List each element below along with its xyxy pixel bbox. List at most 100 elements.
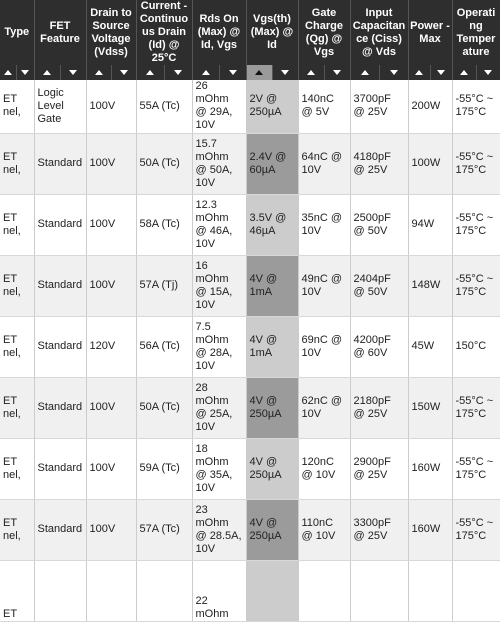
cell-feature: Standard [34,438,87,500]
sort-controls-temp [452,65,500,80]
cell-temp: 150°C [452,316,500,378]
cell-ciss [350,560,409,622]
cell-type: ET nel, [0,377,35,439]
arrow-down-icon [484,70,492,75]
cell-temp: -55°C ~ 175°C [452,438,500,500]
cell-power: 148W [408,255,453,317]
sort-controls-feature [34,65,87,80]
cell-id: 56A (Tc) [136,316,193,378]
cell-vgs: 4V @ 1mA [246,255,299,317]
table-row[interactable]: ET nel, Standard 100V 58A (Tc) 12.3 mOhm @ 4… [0,194,500,256]
cell-type: ET nel, [0,194,35,256]
sort-descending-button[interactable] [477,65,500,80]
sort-controls-vgs [246,65,299,80]
table-row[interactable]: ET 22 mOhm [0,560,500,622]
cell-vdss: 100V [86,438,137,500]
table-row[interactable]: ET nel, Standard 100V 50A (Tc) 15.7 mOhm @ 5… [0,133,500,195]
cell-id: 57A (Tc) [136,499,193,561]
cell-power: 160W [408,499,453,561]
sort-ascending-button[interactable] [35,65,61,80]
sort-descending-button[interactable] [17,65,33,80]
sort-ascending-button[interactable] [193,65,220,80]
cell-vgs: 2.4V @ 60µA [246,133,299,195]
cell-rds: 12.3 mOhm @ 46A, 10V [192,194,247,256]
sort-ascending-button[interactable] [299,65,325,80]
arrow-down-icon [437,70,445,75]
cell-feature: Standard [34,255,87,317]
parts-table-container: Type FET Feature Drain to Source Voltage (… [0,0,500,622]
sort-ascending-button[interactable] [453,65,477,80]
table-row[interactable]: ET nel, Standard 100V 57A (Tj) 16 mOhm @ 15A… [0,255,500,317]
cell-type: ET nel, [0,499,35,561]
arrow-up-icon [360,70,369,75]
cell-vdss: 100V [86,80,137,134]
cell-feature: Standard [34,377,87,439]
cell-type: ET nel, [0,133,35,195]
cell-feature: Standard [34,316,87,378]
cell-qg: 64nC @ 10V [298,133,351,195]
cell-ciss: 4180pF @ 25V [350,133,409,195]
sort-ascending-button[interactable] [246,65,273,80]
arrow-up-icon [307,70,315,75]
arrow-down-icon [333,70,341,75]
arrow-down-icon [228,70,237,75]
arrow-down-icon [119,70,128,75]
table-row[interactable]: ET nel, Standard 120V 56A (Tc) 7.5 mOhm @ 28… [0,316,500,378]
sort-ascending-button[interactable] [0,65,18,80]
cell-qg: 140nC @ 5V [298,80,351,134]
column-header-feature: FET Feature [34,0,87,65]
sort-descending-button[interactable] [165,65,192,80]
sort-descending-button[interactable] [220,65,246,80]
sort-descending-button[interactable] [61,65,86,80]
cell-temp: -55°C ~ 175°C [452,377,500,439]
sort-ascending-button[interactable] [409,65,431,80]
cell-feature: Standard [34,499,87,561]
cell-type: ET [0,560,35,622]
cell-temp: -55°C ~ 175°C [452,499,500,561]
arrow-down-icon [174,70,182,75]
cell-vdss: 100V [86,499,137,561]
cell-type: ET nel, [0,80,35,134]
header-row: Type FET Feature Drain to Source Voltage (… [0,0,500,65]
sort-ascending-button[interactable] [137,65,165,80]
cell-ciss: 3700pF @ 25V [350,80,409,134]
cell-temp [452,560,500,622]
sort-row [0,65,500,80]
sort-controls-type [0,65,35,80]
column-header-vdss: Drain to Source Voltage (Vdss) [86,0,137,65]
sort-controls-id [136,65,193,80]
sort-descending-button[interactable] [431,65,452,80]
cell-ciss: 4200pF @ 60V [350,316,409,378]
cell-vdss: 100V [86,255,137,317]
arrow-down-icon [69,70,77,75]
table-row[interactable]: ET nel, Standard 100V 50A (Tc) 28 mOhm @ 25A… [0,377,500,439]
cell-power: 150W [408,377,453,439]
sort-descending-button[interactable] [325,65,350,80]
cell-ciss: 2404pF @ 50V [350,255,409,317]
arrow-up-icon [94,70,103,75]
cell-type: ET nel, [0,316,35,378]
cell-rds: 16 mOhm @ 15A, 10V [192,255,247,317]
cell-id: 58A (Tc) [136,194,193,256]
table-row[interactable]: ET nel, Standard 100V 57A (Tc) 23 mOhm @ 28.… [0,499,500,561]
sort-descending-button[interactable] [380,65,408,80]
sort-descending-button[interactable] [273,65,298,80]
table-row[interactable]: ET nel, Standard 100V 59A (Tc) 18 mOhm @ 35A… [0,438,500,500]
cell-feature: Standard [34,133,87,195]
cell-id: 50A (Tc) [136,133,193,195]
sort-ascending-button[interactable] [351,65,380,80]
sort-descending-button[interactable] [112,65,136,80]
cell-ciss: 3300pF @ 25V [350,499,409,561]
cell-qg: 49nC @ 10V [298,255,351,317]
arrow-up-icon [4,70,13,75]
cell-rds: 18 mOhm @ 35A, 10V [192,438,247,500]
column-header-power: Power - Max [408,0,453,65]
column-header-rds: Rds On (Max) @ Id, Vgs [192,0,247,65]
table-row[interactable]: ET nel, Logic Level Gate 100V 55A (Tc) 26 mO… [0,80,500,134]
arrow-up-icon [460,70,468,75]
sort-ascending-button[interactable] [87,65,112,80]
sort-controls-ciss [350,65,409,80]
cell-power [408,560,453,622]
cell-feature: Standard [34,194,87,256]
cell-rds: 22 mOhm [192,560,247,622]
